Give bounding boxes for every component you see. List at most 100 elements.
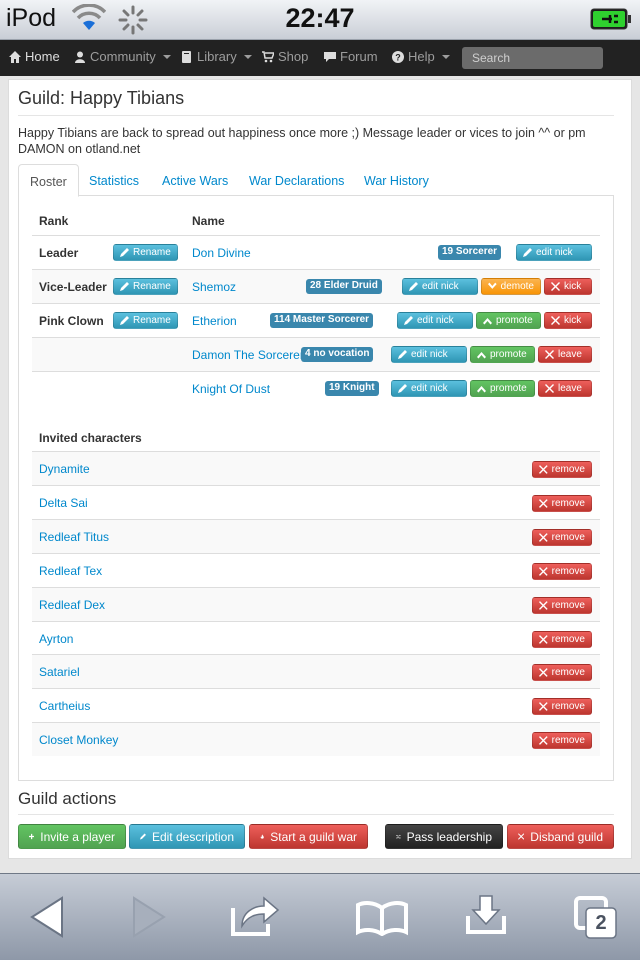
invited-name-link[interactable]: Dynamite [39, 462, 90, 476]
rank-label: Vice-Leader [39, 280, 107, 294]
edit-nick-button[interactable]: edit nick [391, 380, 467, 397]
member-name-link[interactable]: Etherion [192, 314, 237, 328]
nav-home[interactable]: Home [9, 49, 60, 64]
rename-button[interactable]: Rename [113, 278, 178, 295]
tab-war-declarations[interactable]: War Declarations [238, 164, 355, 197]
promote-button[interactable]: promote [476, 312, 541, 329]
remove-button[interactable]: remove [532, 562, 592, 580]
invited-name-link[interactable]: Redleaf Dex [39, 598, 105, 612]
invited-name-link[interactable]: Closet Monkey [39, 733, 118, 747]
remove-button[interactable]: remove [532, 494, 592, 512]
button-label: Start a guild war [270, 830, 357, 844]
guild-description: Happy Tibians are back to spread out hap… [18, 126, 586, 156]
list-item: Ayrton remove [32, 620, 600, 655]
member-name-link[interactable]: Knight Of Dust [192, 382, 270, 396]
status-bar: iPod 22:47 [0, 0, 640, 40]
promote-button[interactable]: promote [470, 380, 535, 397]
invited-name-link[interactable]: Satariel [39, 665, 80, 679]
demote-button[interactable]: demote [481, 278, 541, 295]
pencil-icon [140, 833, 146, 840]
tab-active-wars[interactable]: Active Wars [151, 164, 239, 197]
action-label: leave [558, 349, 582, 360]
edit-nick-button[interactable]: edit nick [516, 244, 592, 261]
remove-button[interactable]: remove [532, 596, 592, 614]
table-row: Knight Of Dust leave promote edit nick 19 Kn… [32, 371, 600, 405]
member-name-link[interactable]: Don Divine [192, 246, 251, 260]
svg-text:?: ? [395, 52, 401, 62]
name-column-header: Name [192, 214, 225, 228]
action-label: edit nick [422, 281, 459, 292]
edit-nick-button[interactable]: edit nick [397, 312, 473, 329]
leave-button[interactable]: leave [538, 346, 592, 363]
member-name-link[interactable]: Shemoz [192, 280, 236, 294]
download-icon[interactable] [466, 894, 506, 934]
nav-library-label: Library [197, 49, 237, 64]
nav-community[interactable]: Community [74, 49, 171, 64]
back-arrow-icon[interactable] [28, 896, 66, 938]
action-label: edit nick [411, 349, 448, 360]
kick-button[interactable]: kick [544, 278, 592, 295]
rank-column-header: Rank [39, 214, 69, 228]
tab-bar: Roster Statistics Active Wars War Declar… [18, 164, 614, 197]
vocation-badge: 28 Elder Druid [306, 279, 382, 294]
leave-button[interactable]: leave [538, 380, 592, 397]
nav-home-label: Home [25, 49, 60, 64]
x-icon [539, 736, 548, 746]
remove-label: remove [551, 565, 585, 577]
tab-statistics[interactable]: Statistics [78, 164, 150, 197]
battery-icon [590, 8, 631, 30]
chevron-up-icon [477, 352, 486, 359]
disband-guild-button[interactable]: Disband guild [507, 824, 614, 849]
invited-name-link[interactable]: Ayrton [39, 632, 73, 646]
nav-shop[interactable]: Shop [262, 49, 308, 64]
start-a-guild-war-button[interactable]: Start a guild war [249, 824, 368, 849]
invited-name-link[interactable]: Redleaf Titus [39, 530, 109, 544]
list-item: Redleaf Titus remove [32, 518, 600, 553]
x-icon [539, 668, 548, 678]
forward-arrow-icon[interactable] [130, 896, 168, 938]
tab-war-history[interactable]: War History [353, 164, 440, 197]
remove-label: remove [551, 497, 585, 509]
remove-button[interactable]: remove [532, 732, 592, 750]
bookmarks-icon[interactable] [356, 900, 408, 936]
tab-roster[interactable]: Roster [18, 164, 79, 197]
nav-library[interactable]: Library [181, 49, 252, 64]
member-name-link[interactable]: Damon The Sorcerer [192, 348, 304, 362]
x-icon [551, 282, 560, 291]
nav-help[interactable]: ? Help [392, 49, 450, 64]
invited-name-link[interactable]: Cartheius [39, 699, 90, 713]
remove-label: remove [551, 531, 585, 543]
chevron-up-icon [477, 386, 486, 393]
remove-label: remove [551, 464, 585, 475]
remove-button[interactable]: remove [532, 528, 592, 546]
pass-leadership-button[interactable]: Pass leadership [385, 824, 503, 849]
rename-label: Rename [133, 247, 171, 258]
remove-button[interactable]: remove [532, 461, 592, 478]
invite-a-player-button[interactable]: Invite a player [18, 824, 126, 849]
nav-forum[interactable]: Forum [324, 49, 378, 64]
invited-name-link[interactable]: Redleaf Tex [39, 564, 102, 578]
table-row: Damon The Sorcerer leave promote edit nick 4… [32, 337, 600, 371]
remove-button[interactable]: remove [532, 664, 592, 682]
pencil-icon [398, 350, 407, 359]
action-label: edit nick [417, 315, 454, 326]
rename-button[interactable]: Rename [113, 312, 178, 329]
table-row: Leader Rename Don Divine edit nick 19 Sorcer… [32, 235, 600, 269]
guild-actions-header: Guild actions [18, 789, 117, 808]
rename-button[interactable]: Rename [113, 244, 178, 261]
remove-button[interactable]: remove [532, 630, 592, 648]
divider [18, 814, 614, 815]
edit-description-button[interactable]: Edit description [129, 824, 245, 849]
invited-name-link[interactable]: Delta Sai [39, 496, 88, 510]
top-navbar: Home Community Library Shop Forum ? Help… [0, 40, 640, 76]
remove-label: remove [551, 735, 585, 747]
search-input[interactable]: Search [462, 47, 603, 69]
action-label: kick [564, 281, 582, 292]
list-item: Dynamite remove [32, 451, 600, 485]
remove-button[interactable]: remove [532, 698, 592, 716]
edit-nick-button[interactable]: edit nick [402, 278, 478, 295]
kick-button[interactable]: kick [544, 312, 592, 329]
promote-button[interactable]: promote [470, 346, 535, 363]
edit-nick-button[interactable]: edit nick [391, 346, 467, 363]
share-icon[interactable] [230, 894, 280, 938]
